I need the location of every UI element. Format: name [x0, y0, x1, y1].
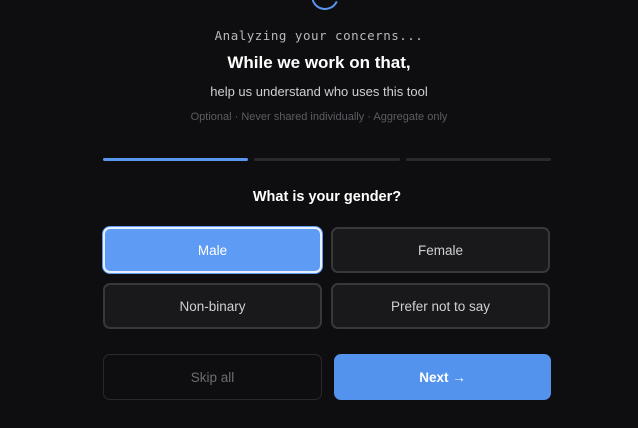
loading-spinner-icon [307, 0, 343, 14]
skip-all-button[interactable]: Skip all [103, 354, 322, 400]
question-text: What is your gender? [252, 189, 402, 205]
page-subtitle: help us understand who uses this tool [210, 84, 428, 99]
progress-step-1 [103, 158, 248, 161]
privacy-note: Optional · Never shared individually · A… [190, 111, 448, 123]
option-non-binary-button[interactable]: Non-binary [103, 283, 322, 329]
progress-step-2 [254, 158, 400, 161]
option-prefer-not-to-say-button[interactable]: Prefer not to say [331, 283, 550, 329]
progress-step-3 [406, 158, 551, 161]
page-title: While we work on that, [227, 53, 411, 72]
status-text: Analyzing your concerns... [214, 28, 424, 43]
option-male-button[interactable]: Male [103, 227, 322, 273]
next-button[interactable]: Next → [334, 354, 551, 400]
option-female-button[interactable]: Female [331, 227, 550, 273]
